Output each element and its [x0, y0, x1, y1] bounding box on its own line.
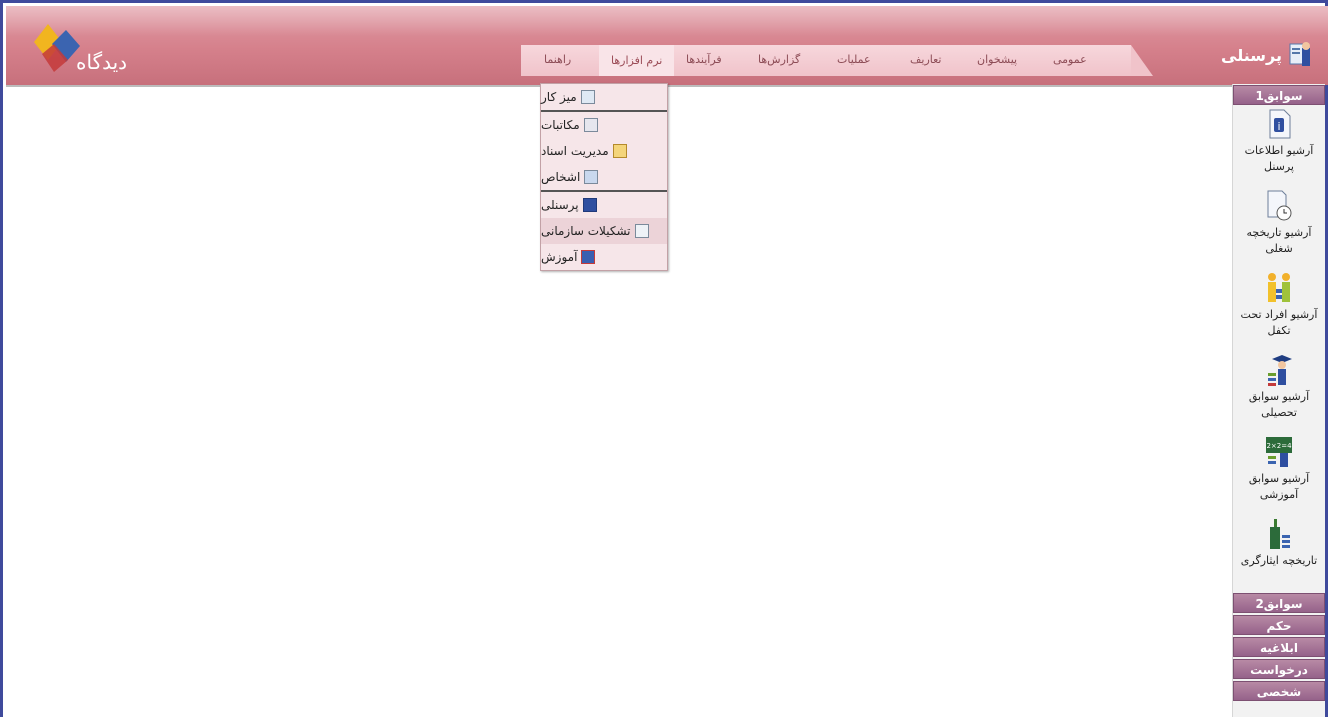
desk-icon — [580, 90, 595, 104]
training-icon — [581, 250, 596, 264]
app-title-label: پرسنلی — [1221, 45, 1282, 65]
menu-general[interactable]: عمومی — [1053, 53, 1087, 66]
veteran-icon — [1270, 519, 1290, 549]
menu-definitions[interactable]: تعاریف — [910, 53, 941, 66]
sidebar-item-dependents[interactable]: آرشیو افراد تحت تکفل — [1233, 271, 1325, 353]
menu-software[interactable]: نرم افزارها — [599, 45, 675, 76]
graduate-icon — [1268, 355, 1292, 386]
dropdown-item-desk[interactable]: میز کار — [541, 84, 667, 110]
app-title: پرسنلی — [1221, 40, 1316, 70]
letters-icon — [583, 118, 598, 132]
sidebar-section-personal[interactable]: شخصی — [1233, 681, 1325, 701]
org-structure-icon — [634, 224, 649, 238]
sidebar-section-records2[interactable]: سوابق2 — [1233, 593, 1325, 613]
menu-dashboard[interactable]: پیشخوان — [977, 53, 1017, 66]
sidebar-section-request[interactable]: درخواست — [1233, 659, 1325, 679]
svg-text:2×2=4: 2×2=4 — [1266, 442, 1292, 450]
sidebar-footer: سوابق2 حکم ابلاغیه درخواست شخصی — [1233, 592, 1325, 703]
dropdown-item-documents[interactable]: مدیریت اسناد — [541, 138, 667, 164]
main-menu: عمومی پیشخوان تعاریف عملیات گزارش‌ها فرآ… — [521, 45, 1153, 76]
sidebar: سوابق1 i آرشیو اطلاعات پرسنل آرشیو تاریخ… — [1232, 84, 1325, 717]
documents-icon — [612, 144, 627, 158]
sidebar-item-education[interactable]: آرشیو سوابق تحصیلی — [1233, 353, 1325, 435]
menu-operations[interactable]: عملیات — [837, 53, 871, 66]
software-dropdown: میز کار مکاتبات مدیریت اسناد اشخاص پرسنل… — [540, 83, 668, 271]
dropdown-item-training[interactable]: آموزش — [541, 244, 667, 270]
sidebar-section-records1[interactable]: سوابق1 — [1233, 85, 1325, 105]
menu-processes[interactable]: فرآیندها — [686, 53, 722, 66]
sidebar-item-veteran-history[interactable]: تاریخچه ایثارگری — [1233, 517, 1325, 582]
blackboard-icon: 2×2=4 — [1266, 437, 1292, 467]
menu-reports[interactable]: گزارش‌ها — [758, 53, 800, 66]
logo-text: دیدگاه — [76, 50, 128, 74]
sidebar-section-notification[interactable]: ابلاغیه — [1233, 637, 1325, 657]
dropdown-item-personnel[interactable]: پرسنلی — [541, 192, 667, 218]
persons-icon — [584, 170, 599, 184]
dropdown-item-letters[interactable]: مکاتبات — [541, 112, 667, 138]
sidebar-item-job-history[interactable]: آرشیو تاریخچه شغلی — [1233, 189, 1325, 271]
personnel-icon — [582, 198, 597, 212]
sidebar-item-training-records[interactable]: 2×2=4 آرشیو سوابق آموزشی — [1233, 435, 1325, 517]
family-icon — [1268, 273, 1290, 302]
dropdown-item-persons[interactable]: اشخاص — [541, 164, 667, 190]
clock-document-icon — [1267, 190, 1292, 221]
dropdown-item-org-structure[interactable]: تشکیلات سازمانی — [541, 218, 667, 244]
personnel-app-icon — [1289, 42, 1310, 66]
header-bar: دیدگاه پرسنلی عمومی پیشخوان تعاریف عملیا… — [6, 6, 1328, 85]
info-document-icon: i — [1269, 109, 1291, 139]
sidebar-section-decree[interactable]: حکم — [1233, 615, 1325, 635]
menu-help[interactable]: راهنما — [544, 53, 571, 66]
sidebar-item-personnel-archive[interactable]: i آرشیو اطلاعات پرسنل — [1233, 107, 1325, 189]
svg-text:i: i — [1277, 120, 1280, 133]
